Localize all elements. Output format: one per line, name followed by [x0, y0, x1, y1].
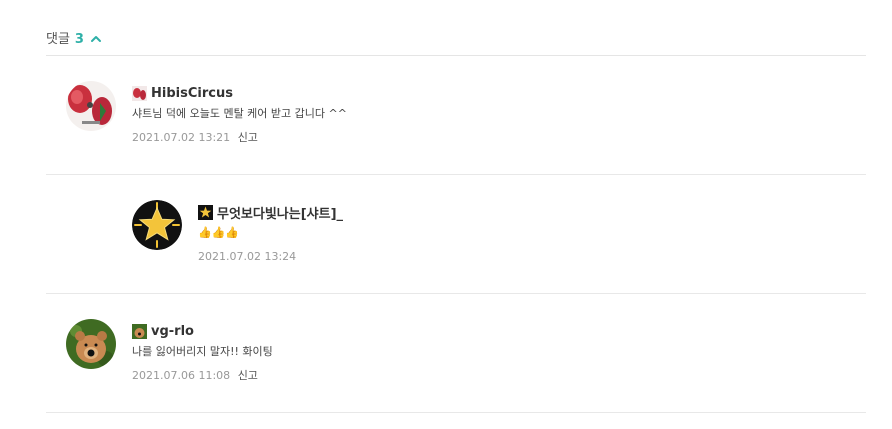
- comment-text: 나를 잃어버리지 말자!! 화이팅: [132, 345, 273, 358]
- comment-body: 무엇보다빛나는[샤트]_ 👍👍👍 2021.07.02 13:24: [198, 202, 343, 265]
- author-avatar-icon: [132, 323, 147, 339]
- comment-author[interactable]: 무엇보다빛나는[샤트]_: [198, 202, 343, 222]
- avatar[interactable]: [66, 81, 116, 131]
- comments-label: 댓글: [46, 32, 70, 47]
- star-icon: [198, 204, 213, 220]
- comment-text: 샤트님 덕에 오늘도 멘탈 케어 받고 갑니다 ^^: [132, 107, 347, 120]
- comment-date: 2021.07.02 13:24: [198, 250, 297, 263]
- avatar[interactable]: [132, 200, 182, 250]
- comment-item: HibisCircus 샤트님 덕에 오늘도 멘탈 케어 받고 갑니다 ^^ 2…: [46, 56, 866, 175]
- report-link[interactable]: 신고: [238, 131, 258, 144]
- comment-meta: 2021.07.02 13:21 신고: [132, 130, 347, 146]
- comment-text: 👍👍👍: [198, 226, 240, 239]
- comment-date: 2021.07.02 13:21: [132, 131, 231, 144]
- comment-reply-item: 무엇보다빛나는[샤트]_ 👍👍👍 2021.07.02 13:24: [46, 175, 866, 294]
- comment-author[interactable]: HibisCircus: [132, 83, 347, 103]
- comments-header: 댓글 3: [46, 30, 866, 56]
- comment-date: 2021.07.06 11:08: [132, 369, 231, 382]
- avatar[interactable]: [66, 319, 116, 369]
- author-avatar-icon: [132, 85, 147, 101]
- chevron-up-icon[interactable]: [90, 33, 102, 45]
- comment-meta: 2021.07.02 13:24: [198, 249, 343, 265]
- author-name: 무엇보다빛나는[샤트]_: [217, 206, 344, 222]
- report-link[interactable]: 신고: [238, 369, 258, 382]
- comment-meta: 2021.07.06 11:08 신고: [132, 368, 273, 384]
- comment-author[interactable]: vg-rlo: [132, 321, 273, 341]
- comments-count: 3: [74, 32, 84, 47]
- comment-body: HibisCircus 샤트님 덕에 오늘도 멘탈 케어 받고 갑니다 ^^ 2…: [132, 83, 347, 146]
- author-name: vg-rlo: [151, 323, 194, 339]
- comment-body: vg-rlo 나를 잃어버리지 말자!! 화이팅 2021.07.06 11:0…: [132, 321, 273, 384]
- author-name: HibisCircus: [151, 85, 233, 101]
- comment-item: vg-rlo 나를 잃어버리지 말자!! 화이팅 2021.07.06 11:0…: [46, 294, 866, 413]
